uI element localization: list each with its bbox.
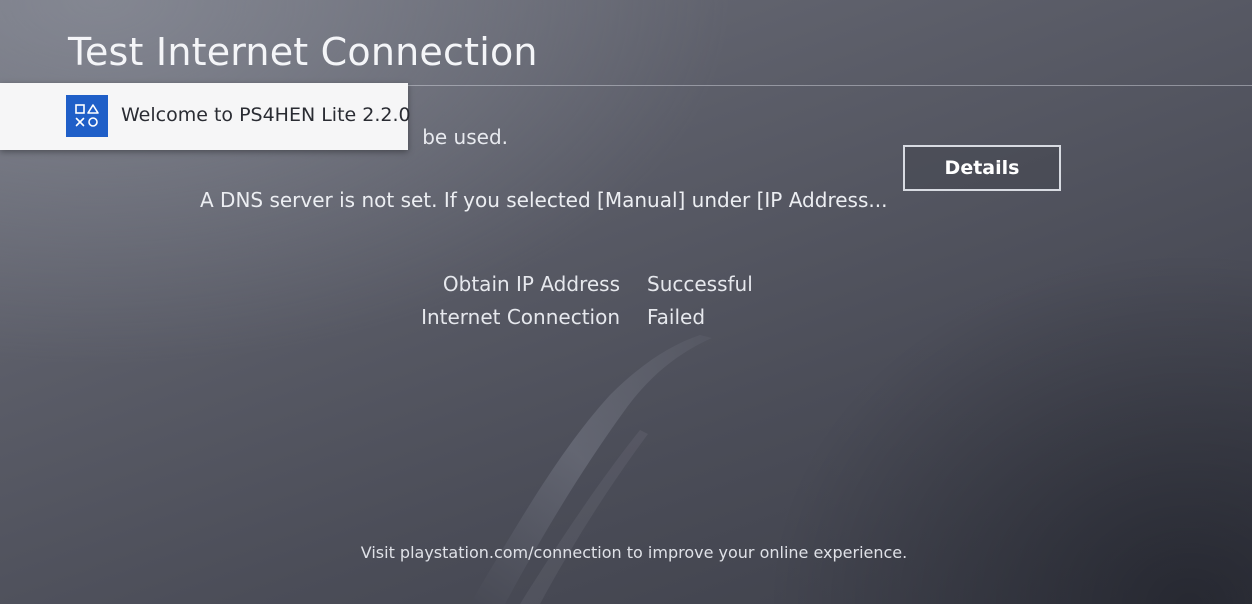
result-value: Successful [647, 272, 753, 296]
connection-results: Obtain IP Address Successful Internet Co… [0, 272, 1252, 338]
result-label: Internet Connection [421, 305, 620, 329]
footer-hint: Visit playstation.com/connection to impr… [360, 543, 908, 562]
notification-toast: Welcome to PS4HEN Lite 2.2.0 [0, 83, 411, 150]
playstation-buttons-icon [66, 95, 108, 137]
notification-message: Welcome to PS4HEN Lite 2.2.0 [121, 104, 411, 126]
dns-error-message: A DNS server is not set. If you selected… [200, 188, 888, 212]
ps4-settings-screen: { "header": { "title": "Test Internet Co… [0, 0, 1252, 604]
result-label: Obtain IP Address [442, 272, 620, 296]
result-row-ip: Obtain IP Address Successful [0, 272, 1252, 305]
result-value: Failed [647, 305, 706, 329]
details-button[interactable]: Details [903, 145, 1061, 191]
page-title: Test Internet Connection [68, 30, 538, 74]
result-row-internet: Internet Connection Failed [0, 305, 1252, 338]
